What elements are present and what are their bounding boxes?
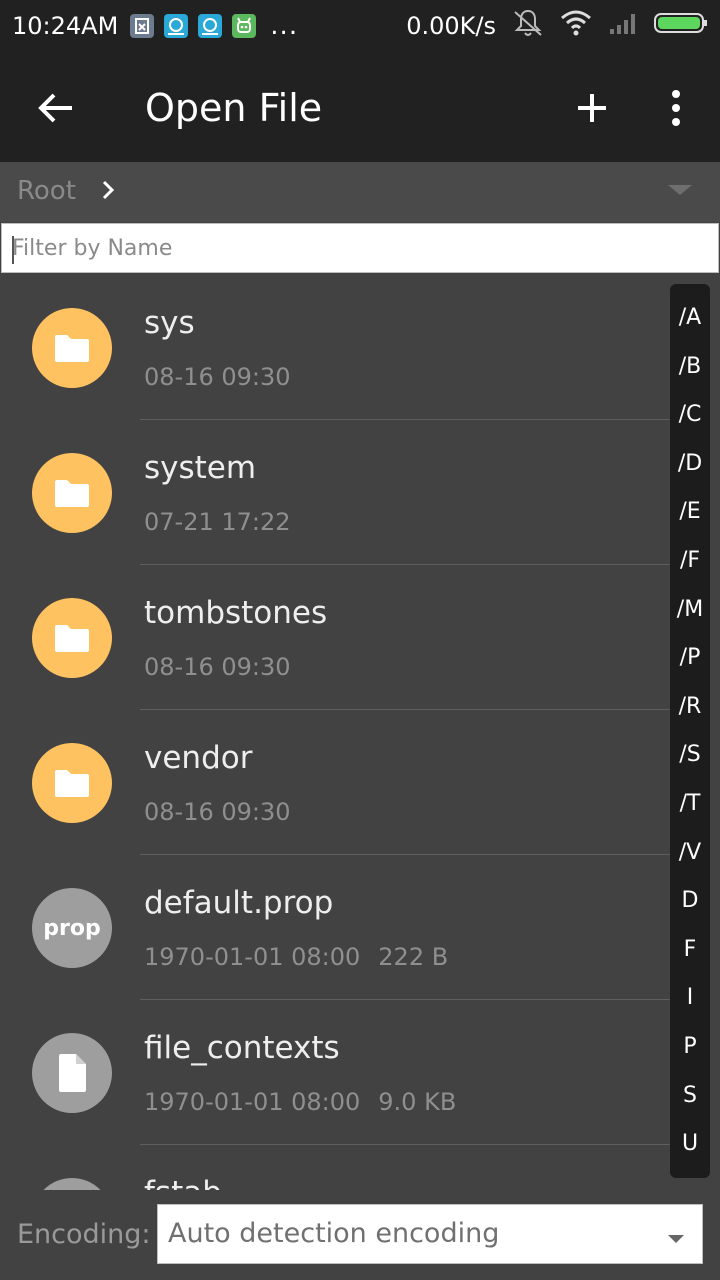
folder-icon bbox=[32, 598, 112, 678]
wifi-icon bbox=[560, 10, 592, 42]
index-letter[interactable]: I bbox=[687, 974, 694, 1023]
index-letter[interactable]: /M bbox=[677, 586, 703, 635]
list-item[interactable]: prop default.prop 1970-01-01 08:00 222 B bbox=[0, 855, 670, 1000]
index-letter[interactable]: /C bbox=[679, 391, 702, 440]
filter-input[interactable] bbox=[2, 224, 718, 272]
android-robot-icon bbox=[232, 14, 257, 38]
signal-icon bbox=[608, 11, 638, 41]
index-letter[interactable]: /R bbox=[679, 683, 702, 732]
page-title: Open File bbox=[145, 86, 323, 130]
folder-icon bbox=[32, 308, 112, 388]
list-item[interactable]: vendor 08-16 09:30 bbox=[0, 710, 670, 855]
index-letter[interactable]: /P bbox=[680, 634, 701, 683]
back-button[interactable] bbox=[30, 82, 82, 134]
dropdown-arrow-icon bbox=[666, 1230, 686, 1249]
index-letter[interactable]: /V bbox=[679, 829, 701, 878]
index-letter[interactable]: /S bbox=[679, 731, 700, 780]
file-meta: 1970-01-01 08:00 222 B bbox=[144, 943, 448, 971]
index-letter[interactable]: U bbox=[682, 1120, 698, 1169]
prop-file-icon: prop bbox=[32, 888, 112, 968]
net-speed: 0.00K/s bbox=[406, 12, 496, 40]
breadcrumb-root[interactable]: Root bbox=[17, 176, 76, 206]
encoding-label: Encoding: bbox=[17, 1219, 151, 1250]
index-letter[interactable]: /A bbox=[679, 294, 701, 343]
swirl-app-icon bbox=[198, 14, 223, 38]
back-arrow-icon bbox=[38, 93, 72, 123]
battery-icon bbox=[654, 11, 708, 41]
status-bar: 10:24AM ... 0.00K/s bbox=[0, 0, 720, 52]
file-name: file_contexts bbox=[144, 1030, 340, 1066]
status-more: ... bbox=[270, 11, 299, 41]
file-icon bbox=[32, 1033, 112, 1113]
index-letter[interactable]: /B bbox=[679, 343, 702, 392]
index-scrollbar[interactable]: /A/B/C/D/E/F/M/P/R/S/T/V D F I P S U bbox=[670, 284, 710, 1178]
index-letter[interactable]: /D bbox=[678, 440, 702, 489]
index-letter[interactable]: D bbox=[682, 877, 699, 926]
file-icon bbox=[32, 1178, 112, 1190]
index-letter[interactable]: S bbox=[683, 1072, 697, 1121]
file-date: 1970-01-01 08:00 bbox=[144, 943, 361, 971]
file-name: default.prop bbox=[144, 885, 334, 921]
swirl-app-icon bbox=[164, 14, 189, 38]
filter-field[interactable] bbox=[1, 223, 719, 273]
index-letter[interactable]: /T bbox=[680, 780, 701, 829]
chevron-right-icon bbox=[98, 178, 118, 206]
encoding-value: Auto detection encoding bbox=[168, 1218, 500, 1249]
file-date: 08-16 09:30 bbox=[144, 798, 291, 826]
app-bar: Open File bbox=[0, 52, 720, 162]
encoding-bar: Encoding: Auto detection encoding bbox=[0, 1190, 720, 1280]
file-size: 222 B bbox=[378, 943, 449, 971]
list-item[interactable]: fstab bbox=[0, 1145, 670, 1190]
file-date: 07-21 17:22 bbox=[144, 508, 291, 536]
status-right: 0.00K/s bbox=[406, 8, 708, 44]
file-meta: 08-16 09:30 bbox=[144, 363, 291, 391]
mute-icon bbox=[512, 8, 544, 44]
add-button[interactable] bbox=[566, 82, 618, 134]
file-date: 08-16 09:30 bbox=[144, 653, 291, 681]
android-app-icon bbox=[130, 14, 155, 38]
path-dropdown-icon[interactable] bbox=[664, 180, 696, 204]
text-cursor bbox=[12, 236, 14, 264]
encoding-select[interactable]: Auto detection encoding bbox=[157, 1204, 703, 1264]
plus-icon bbox=[578, 94, 606, 122]
file-meta: 1970-01-01 08:00 9.0 KB bbox=[144, 1088, 456, 1116]
file-size: 9.0 KB bbox=[378, 1088, 457, 1116]
file-date: 08-16 09:30 bbox=[144, 363, 291, 391]
file-list[interactable]: sys 08-16 09:30 system 07-21 17:22 tombs… bbox=[0, 275, 720, 1190]
index-letter[interactable]: /F bbox=[680, 537, 700, 586]
folder-icon bbox=[32, 453, 112, 533]
file-name: tombstones bbox=[144, 595, 328, 631]
status-app-icons: ... bbox=[130, 11, 298, 41]
folder-icon bbox=[32, 743, 112, 823]
index-letter[interactable]: F bbox=[684, 926, 697, 975]
list-item[interactable]: system 07-21 17:22 bbox=[0, 420, 670, 565]
file-meta: 08-16 09:30 bbox=[144, 798, 291, 826]
file-name: system bbox=[144, 450, 257, 486]
list-item[interactable]: sys 08-16 09:30 bbox=[0, 275, 670, 420]
list-item[interactable]: file_contexts 1970-01-01 08:00 9.0 KB bbox=[0, 1000, 670, 1145]
file-meta: 07-21 17:22 bbox=[144, 508, 291, 536]
status-time: 10:24AM bbox=[12, 12, 119, 40]
file-date: 1970-01-01 08:00 bbox=[144, 1088, 361, 1116]
file-meta: 08-16 09:30 bbox=[144, 653, 291, 681]
file-name: fstab bbox=[144, 1175, 222, 1190]
breadcrumb: Root bbox=[0, 162, 720, 222]
file-name: vendor bbox=[144, 740, 253, 776]
index-letter[interactable]: P bbox=[683, 1023, 696, 1072]
more-options-button[interactable] bbox=[650, 82, 702, 134]
more-vert-icon bbox=[672, 90, 680, 126]
file-name: sys bbox=[144, 305, 195, 341]
list-item[interactable]: tombstones 08-16 09:30 bbox=[0, 565, 670, 710]
index-letter[interactable]: /E bbox=[679, 488, 700, 537]
prop-icon-label: prop bbox=[43, 915, 101, 941]
